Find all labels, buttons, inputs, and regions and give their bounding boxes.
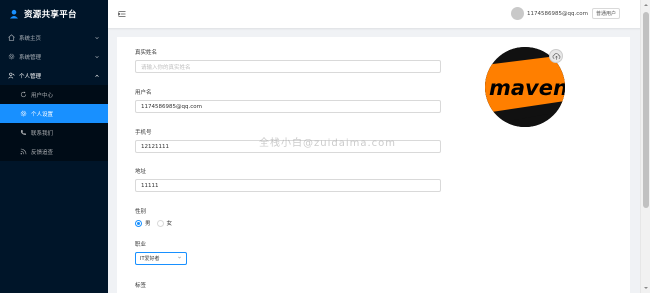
sidebar-item-user-center[interactable]: 用户中心 bbox=[0, 85, 108, 104]
sidebar-item-system[interactable]: 系统管理 bbox=[0, 47, 108, 66]
sidebar-item-label: 用户中心 bbox=[31, 92, 54, 99]
profile-settings-panel: 真实姓名 请输入你的真实姓名 用户名 1174586985@qq.com 手机号… bbox=[117, 37, 630, 293]
sidebar-item-label: 个人设置 bbox=[31, 111, 54, 118]
scroll-down-arrow-icon[interactable] bbox=[643, 285, 649, 291]
top-header: 1174586985@qq.com 普通用户 bbox=[108, 0, 650, 28]
menu-fold-icon[interactable] bbox=[118, 10, 126, 18]
scroll-up-arrow-icon[interactable] bbox=[643, 2, 649, 8]
chevron-down-icon bbox=[177, 255, 182, 262]
sidebar-item-label: 系统管理 bbox=[19, 54, 42, 61]
chevron-down-icon bbox=[94, 35, 100, 41]
sidebar-item-personal-settings[interactable]: 个人设置 bbox=[0, 104, 108, 123]
sidebar-item-label: 反馈追查 bbox=[31, 149, 54, 156]
real-name-field-group: 真实姓名 请输入你的真实姓名 bbox=[135, 48, 441, 73]
gear-icon bbox=[20, 110, 27, 117]
real-name-label: 真实姓名 bbox=[135, 50, 158, 56]
role-badge[interactable]: 普通用户 bbox=[591, 8, 620, 19]
phone-icon bbox=[20, 129, 27, 136]
user-area: 1174586985@qq.com 普通用户 bbox=[511, 7, 620, 20]
sidebar-item-personal[interactable]: 个人管理 bbox=[0, 66, 108, 85]
refresh-icon bbox=[20, 91, 27, 98]
sidebar-item-home[interactable]: 系统主页 bbox=[0, 28, 108, 47]
sidebar-item-feedback[interactable]: 反馈追查 bbox=[0, 142, 108, 161]
app-logo[interactable]: 资源共享平台 bbox=[0, 0, 108, 28]
user-logo-icon bbox=[9, 9, 19, 19]
occupation-label: 职业 bbox=[135, 242, 147, 248]
real-name-input[interactable]: 请输入你的真实姓名 bbox=[135, 60, 441, 73]
tags-field-group: 标签 bbox=[135, 281, 146, 293]
page-scrollbar[interactable] bbox=[640, 0, 650, 293]
occupation-select[interactable]: IT爱好者 bbox=[135, 252, 187, 265]
sidebar-item-contact[interactable]: 联系我们 bbox=[0, 123, 108, 142]
scrollbar-thumb[interactable] bbox=[643, 12, 649, 208]
gender-field-group: 性别 男 女 bbox=[135, 207, 178, 227]
gender-male-radio[interactable] bbox=[135, 219, 142, 227]
address-input[interactable]: 11111 bbox=[135, 179, 441, 192]
home-icon bbox=[8, 34, 15, 41]
sidebar-item-label: 联系我们 bbox=[31, 130, 54, 137]
upload-avatar-icon[interactable] bbox=[549, 49, 563, 63]
username-label: 用户名 bbox=[135, 90, 152, 96]
chevron-down-icon bbox=[94, 54, 100, 60]
maven-logo-text: maven bbox=[489, 76, 565, 100]
personal-submenu: 用户中心 个人设置 联系我们 反馈追查 bbox=[0, 85, 108, 161]
rss-icon bbox=[20, 148, 27, 155]
occupation-field-group: 职业 IT爱好者 bbox=[135, 240, 187, 265]
watermark-text: 全栈小白@zuidaima.com bbox=[259, 138, 397, 149]
gear-icon bbox=[8, 53, 15, 60]
gender-label: 性别 bbox=[135, 209, 147, 215]
tags-label: 标签 bbox=[135, 283, 147, 289]
username-field-group: 用户名 1174586985@qq.com bbox=[135, 88, 441, 113]
username-input[interactable]: 1174586985@qq.com bbox=[135, 100, 441, 113]
avatar[interactable] bbox=[511, 7, 524, 20]
sidebar-item-label: 系统主页 bbox=[19, 35, 42, 42]
address-field-group: 地址 11111 bbox=[135, 167, 441, 192]
chevron-up-icon bbox=[94, 73, 100, 79]
app-title: 资源共享平台 bbox=[24, 10, 77, 20]
user-icon bbox=[8, 72, 15, 79]
gender-female-label[interactable]: 女 bbox=[167, 219, 173, 227]
sidebar-item-label: 个人管理 bbox=[19, 73, 42, 80]
address-label: 地址 bbox=[135, 169, 147, 175]
gender-radio-group: 男 女 bbox=[135, 219, 178, 227]
gender-male-label[interactable]: 男 bbox=[145, 219, 151, 227]
gender-female-radio[interactable] bbox=[156, 219, 164, 227]
sidebar: 资源共享平台 系统主页 系统管理 个人管理 用户中心 个人设置 联系我们 反馈追… bbox=[0, 0, 108, 293]
occupation-value: IT爱好者 bbox=[140, 256, 160, 262]
user-email[interactable]: 1174586985@qq.com bbox=[527, 11, 588, 17]
